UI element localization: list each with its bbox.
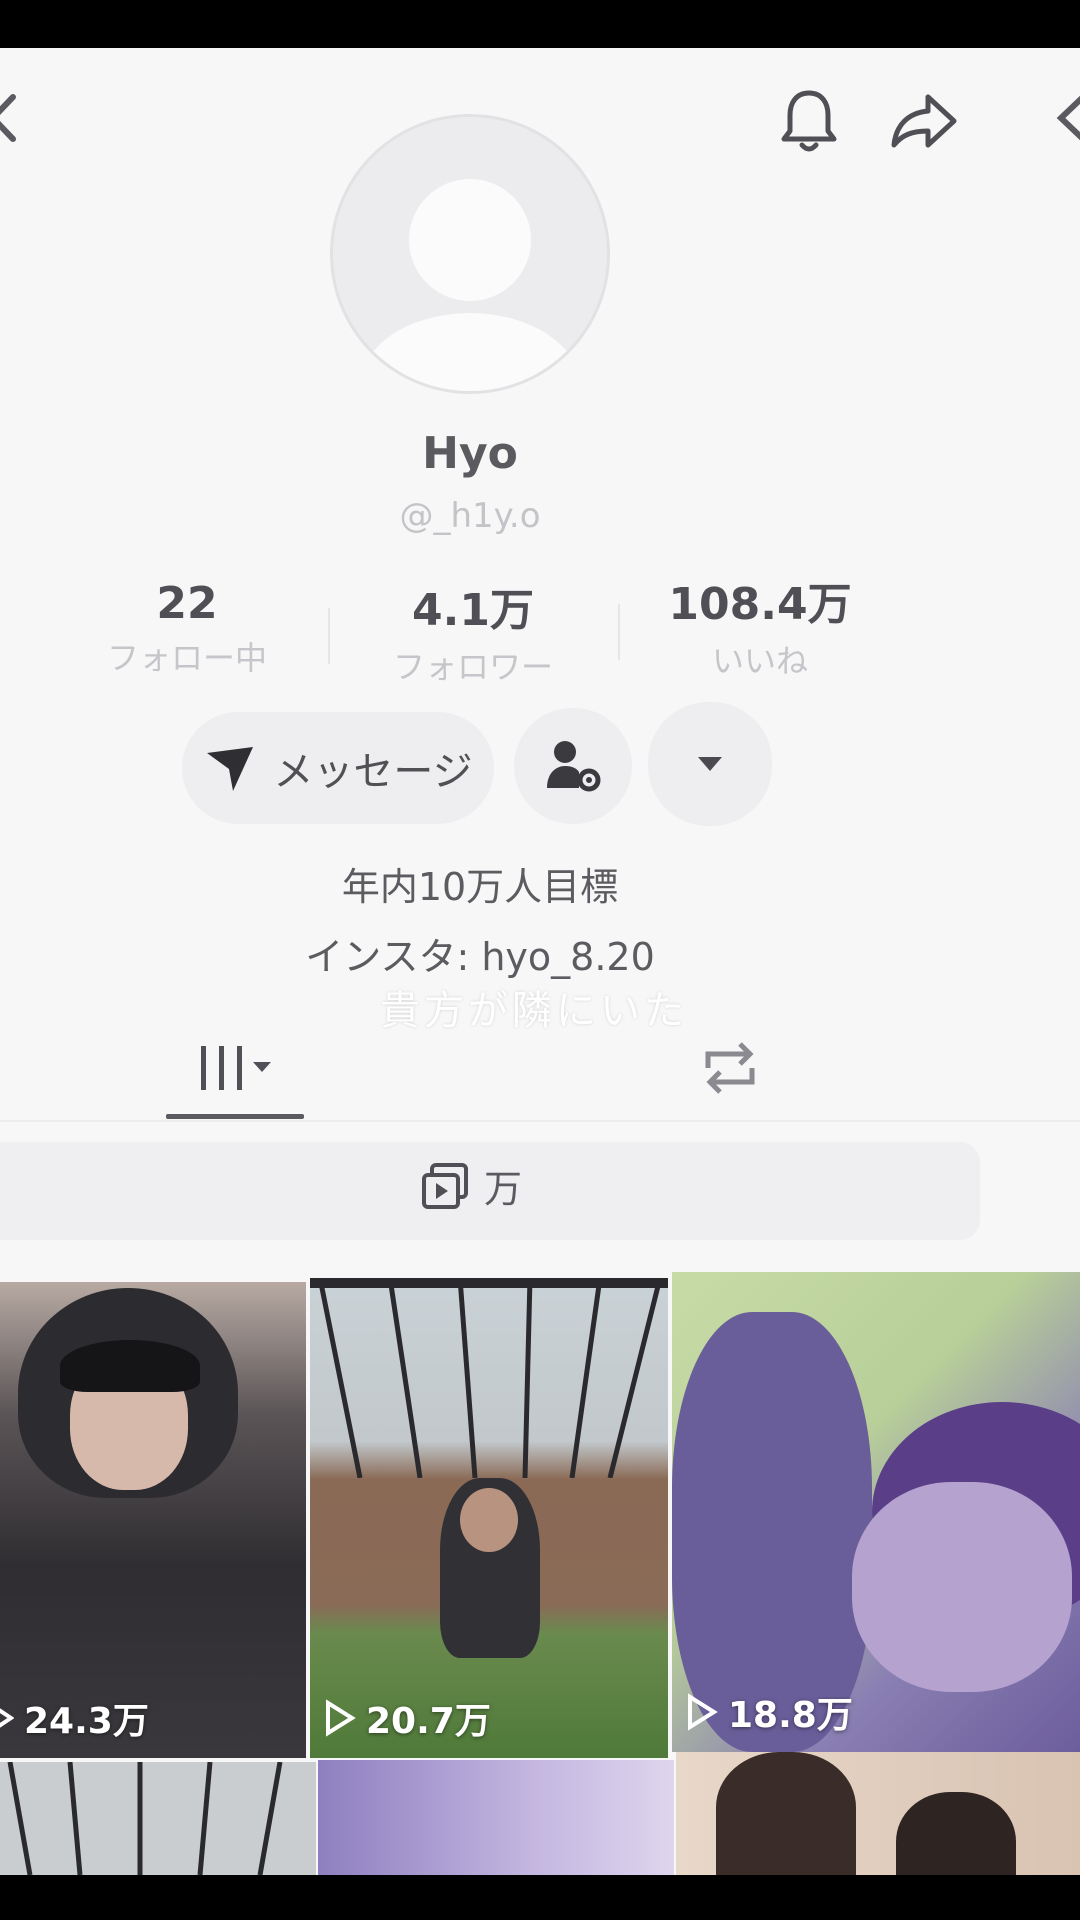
- repost-icon: [698, 1038, 762, 1098]
- stat-divider: [328, 608, 330, 664]
- tab-reposts[interactable]: [690, 1028, 770, 1108]
- message-label: メッセージ: [273, 749, 473, 795]
- video-thumbnail[interactable]: [318, 1760, 674, 1875]
- profile-screen: Hyo @_h1y.o 22 フォロー中 4.1万 フォロワー 108.4万 い…: [0, 48, 1080, 1875]
- view-count: 18.8万: [686, 1686, 853, 1738]
- view-count-text: 18.8万: [728, 1695, 853, 1736]
- bio-line-1: 年内10万人目標: [341, 865, 619, 909]
- likes-label: いいね: [711, 642, 808, 680]
- active-tab-indicator: [166, 1114, 304, 1119]
- followers-label: フォロワー: [392, 648, 553, 686]
- video-thumbnail[interactable]: [676, 1752, 1080, 1875]
- view-count: 24.3万: [0, 1692, 149, 1744]
- view-count-text: 20.7万: [366, 1701, 491, 1742]
- profile-handle: @_h1y.o: [399, 496, 541, 536]
- likes-count: 108.4万: [668, 579, 852, 630]
- view-count: 20.7万: [324, 1692, 491, 1744]
- tab-videos[interactable]: [180, 1028, 290, 1108]
- view-count-text: 24.3万: [24, 1701, 149, 1742]
- stat-divider: [618, 604, 620, 660]
- collection-filter[interactable]: 万: [420, 1158, 522, 1213]
- video-thumbnail[interactable]: 24.3万: [0, 1282, 306, 1758]
- play-icon: [688, 1693, 718, 1731]
- collection-icon: [420, 1161, 470, 1211]
- bio-line-2: インスタ: hyo_8.20: [305, 935, 655, 979]
- play-icon: [0, 1708, 14, 1728]
- tabs-divider: [0, 1120, 1080, 1122]
- stat-likes[interactable]: 108.4万 いいね: [650, 568, 870, 682]
- chevron-left-icon[interactable]: [1050, 88, 1080, 148]
- user-settings-icon: [543, 736, 603, 796]
- more-button[interactable]: [648, 702, 772, 826]
- grid-icon: [187, 1040, 283, 1096]
- profile-name: Hyo: [422, 428, 518, 479]
- paper-plane-icon: [203, 741, 257, 795]
- video-thumbnail[interactable]: 18.8万: [672, 1272, 1080, 1752]
- message-button[interactable]: メッセージ: [182, 712, 494, 824]
- following-label: フォロー中: [106, 639, 267, 677]
- share-icon[interactable]: [886, 88, 962, 154]
- video-thumbnail[interactable]: 20.7万: [310, 1278, 668, 1758]
- video-thumbnail[interactable]: [0, 1762, 316, 1875]
- stat-following[interactable]: 22 フォロー中: [92, 578, 282, 679]
- bell-icon[interactable]: [774, 84, 844, 160]
- caret-down-icon: [696, 755, 724, 773]
- following-count: 22: [156, 578, 218, 629]
- followers-count: 4.1万: [412, 585, 534, 636]
- avatar[interactable]: [330, 114, 610, 394]
- collection-label: 万: [484, 1167, 523, 1211]
- play-icon: [326, 1699, 356, 1737]
- stat-followers[interactable]: 4.1万 フォロワー: [378, 574, 568, 688]
- back-icon[interactable]: [0, 88, 22, 148]
- video-caption-overlay: 貴方が隣にいた: [380, 988, 688, 1034]
- user-settings-button[interactable]: [514, 708, 632, 824]
